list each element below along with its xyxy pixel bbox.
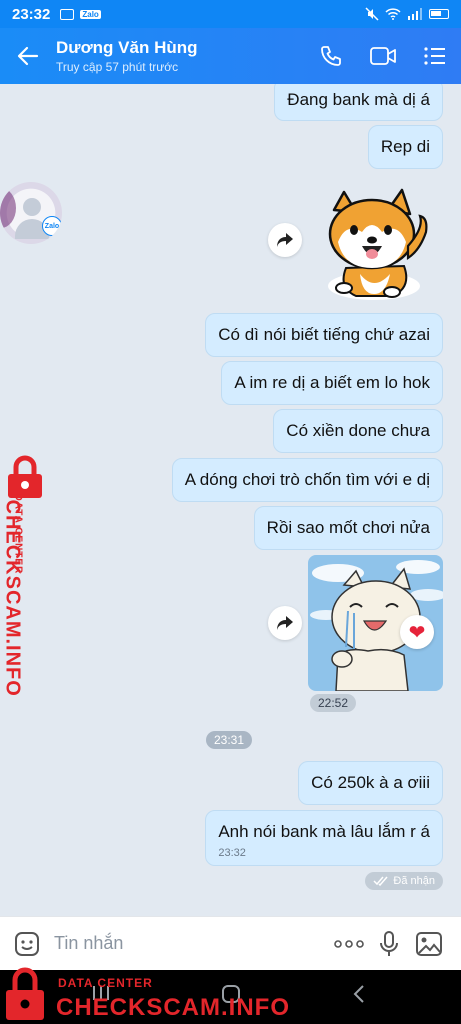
lock-icon bbox=[8, 455, 42, 498]
phone-icon bbox=[321, 46, 341, 66]
forward-button[interactable] bbox=[268, 606, 302, 640]
gallery-notification-icon bbox=[60, 8, 75, 20]
watermark-title: CHECKSCAM.INFO bbox=[56, 994, 290, 1021]
watermark-title: CHECKSCAM.INFO bbox=[1, 499, 24, 697]
chat-header: Dương Văn Hùng Truy cập 57 phút trước bbox=[0, 28, 461, 84]
message-text: Đang bank mà dị á bbox=[287, 89, 430, 109]
message-bubble[interactable]: Có dì nói biết tiếng chứ azai bbox=[205, 313, 443, 357]
wifi-icon bbox=[385, 8, 401, 20]
more-dots-icon bbox=[334, 939, 364, 948]
forward-button[interactable] bbox=[268, 223, 302, 257]
message-time: 23:32 bbox=[218, 847, 246, 859]
watermark-subtitle: DATA CENTER bbox=[58, 976, 153, 990]
status-time: 23:32 bbox=[12, 5, 51, 23]
message-text: A dóng chơi trò chốn tìm với e dị bbox=[184, 470, 430, 489]
menu-button[interactable] bbox=[409, 28, 461, 84]
status-bar: 23:32 Zalo bbox=[0, 0, 461, 28]
message-text: Rep di bbox=[380, 137, 430, 156]
share-arrow-icon bbox=[277, 616, 293, 630]
message-text: A im re dị a biết em lo hok bbox=[234, 373, 430, 392]
message-list[interactable]: Đang bank mà dị á Rep di Zalo Có dì nói … bbox=[0, 84, 461, 916]
chevron-left-icon bbox=[353, 985, 364, 1003]
signal-icon bbox=[408, 8, 422, 20]
message-text: Có xiền done chưa bbox=[286, 421, 430, 440]
message-text: Anh nói bank mà lâu lắm r á bbox=[218, 822, 430, 841]
mute-icon bbox=[365, 7, 379, 21]
heart-reaction-icon[interactable]: ❤ bbox=[400, 615, 434, 649]
message-input[interactable]: Tin nhắn bbox=[54, 933, 329, 954]
message-bubble[interactable]: Đang bank mà dị á bbox=[274, 84, 443, 121]
emoji-button[interactable] bbox=[12, 924, 42, 964]
contact-info[interactable]: Dương Văn Hùng Truy cập 57 phút trước bbox=[56, 38, 305, 74]
message-bubble[interactable]: A im re dị a biết em lo hok bbox=[221, 361, 443, 405]
video-call-button[interactable] bbox=[357, 28, 409, 84]
list-menu-icon bbox=[424, 47, 445, 65]
contact-avatar[interactable]: Zalo bbox=[0, 182, 62, 244]
message-text: Có dì nói biết tiếng chứ azai bbox=[218, 325, 430, 344]
last-seen: Truy cập 57 phút trước bbox=[56, 60, 179, 74]
battery-icon bbox=[429, 9, 449, 19]
more-options-button[interactable] bbox=[329, 924, 369, 964]
message-bubble[interactable]: Anh nói bank mà lâu lắm r á 23:32 bbox=[205, 810, 443, 866]
message-text: Rồi sao mốt chơi nửa bbox=[266, 518, 430, 537]
delivery-text: Đã nhận bbox=[393, 875, 435, 887]
message-bubble[interactable]: Rồi sao mốt chơi nửa bbox=[253, 506, 443, 550]
voice-record-button[interactable] bbox=[369, 924, 409, 964]
zalo-notification-icon: Zalo bbox=[80, 9, 101, 19]
sticker-timestamp: 22:52 bbox=[310, 694, 357, 712]
checkscam-bottom-watermark: DATA CENTER CHECKSCAM.INFO bbox=[0, 962, 300, 1024]
delivery-status: Đã nhận bbox=[365, 872, 443, 890]
send-image-button[interactable] bbox=[409, 924, 449, 964]
microphone-icon bbox=[380, 930, 398, 956]
arrow-left-icon bbox=[17, 46, 39, 66]
message-text: Có 250k à a ơiii bbox=[311, 773, 430, 792]
message-bubble[interactable]: A dóng chơi trò chốn tìm với e dị bbox=[171, 458, 443, 502]
contact-name: Dương Văn Hùng bbox=[56, 38, 198, 57]
shiba-dog-sticker[interactable] bbox=[316, 188, 430, 304]
video-camera-icon bbox=[370, 47, 396, 65]
voice-call-button[interactable] bbox=[305, 28, 357, 84]
message-bubble[interactable]: Có xiền done chưa bbox=[273, 409, 443, 453]
lock-icon bbox=[6, 967, 44, 1020]
share-arrow-icon bbox=[277, 233, 293, 247]
zalo-badge: Zalo bbox=[42, 216, 62, 236]
message-bubble[interactable]: Có 250k à a ơiii bbox=[298, 761, 443, 805]
checkscam-watermark: DATA CENTER CHECKSCAM.INFO bbox=[0, 454, 52, 697]
back-nav-button[interactable] bbox=[352, 984, 366, 1010]
image-icon bbox=[416, 931, 442, 956]
back-button[interactable] bbox=[0, 28, 56, 84]
time-divider: 23:31 bbox=[206, 731, 253, 749]
sticker-smile-icon bbox=[15, 931, 39, 956]
message-bubble[interactable]: Rep di bbox=[367, 125, 443, 169]
double-check-icon bbox=[373, 876, 388, 886]
